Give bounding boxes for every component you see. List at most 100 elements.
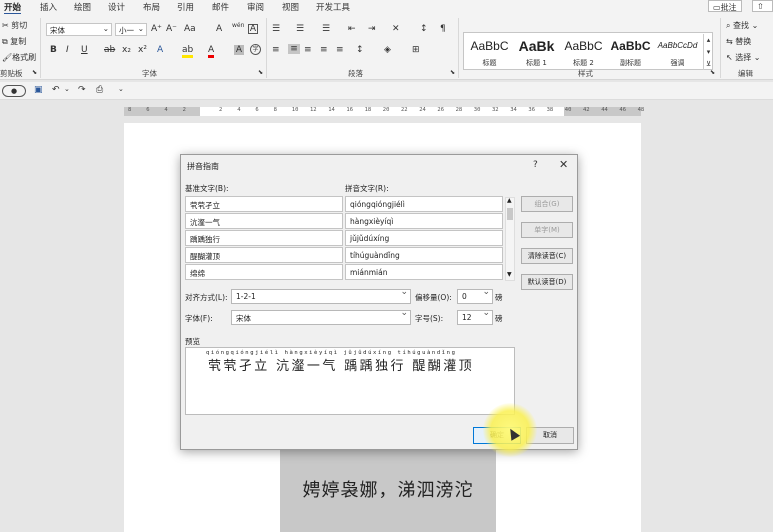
- ruby-text-field[interactable]: qióngqióngjiélì: [345, 196, 503, 212]
- show-marks-icon[interactable]: ¶: [440, 24, 446, 34]
- ruby-text-field[interactable]: jǔjǔdúxíng: [345, 230, 503, 246]
- align-center-icon[interactable]: ≡: [288, 44, 300, 54]
- grow-font-icon[interactable]: A⁺: [151, 24, 162, 34]
- document-text[interactable]: 娉婷袅娜，涕泗滂沱: [280, 476, 496, 502]
- decrease-indent-icon[interactable]: ⇤: [348, 24, 356, 34]
- base-text-field[interactable]: 踽踽独行: [185, 230, 343, 246]
- tab-developer[interactable]: 开发工具: [316, 1, 350, 13]
- customize-qat-icon[interactable]: ⌄: [118, 85, 124, 93]
- base-text-field[interactable]: 沆瀣一气: [185, 213, 343, 229]
- ruby-text-field[interactable]: tíhúguàndǐng: [345, 247, 503, 263]
- base-text-field[interactable]: 醍醐灌顶: [185, 247, 343, 263]
- style-subtitle[interactable]: AaBbC 副标题: [607, 36, 654, 68]
- size-select[interactable]: 12: [457, 308, 493, 325]
- align-left-icon[interactable]: ≡: [272, 45, 280, 55]
- help-button[interactable]: ?: [533, 160, 538, 170]
- bold-icon[interactable]: B: [50, 45, 57, 55]
- line-spacing-icon[interactable]: ↕: [356, 45, 364, 55]
- chevron-down-icon[interactable]: ⌄: [64, 85, 70, 93]
- tab-review[interactable]: 审阅: [247, 1, 264, 13]
- undo-icon[interactable]: ↶: [52, 85, 60, 95]
- strikethrough-icon[interactable]: ab: [104, 45, 115, 55]
- font-name-combo[interactable]: 宋体 ⌄: [46, 23, 112, 36]
- clipboard-launcher-icon[interactable]: ⬊: [32, 69, 37, 76]
- save-icon[interactable]: ▣: [34, 85, 43, 95]
- font-color-icon[interactable]: A: [208, 45, 215, 58]
- scrollbar-thumb[interactable]: [507, 208, 513, 220]
- default-reading-button[interactable]: 默认读音(D): [521, 274, 573, 290]
- paragraph-launcher-icon[interactable]: ⬊: [450, 69, 455, 76]
- scroll-up-icon[interactable]: ▲: [507, 197, 512, 204]
- ruler-tick: 42: [583, 107, 590, 113]
- format-painter-button[interactable]: 🖌格式刷: [2, 52, 36, 63]
- tab-mailings[interactable]: 邮件: [212, 1, 229, 13]
- tab-design[interactable]: 设计: [108, 1, 125, 13]
- find-button[interactable]: ⌕ 查找 ⌄: [726, 20, 758, 31]
- share-button[interactable]: ⇧共享: [752, 0, 773, 12]
- rows-scrollbar[interactable]: ▲ ▼: [505, 197, 515, 281]
- base-text-field[interactable]: 绵绵: [185, 264, 343, 280]
- ruler-tick: 14: [328, 107, 335, 113]
- borders-icon[interactable]: ⊞: [412, 45, 420, 55]
- distributed-icon[interactable]: ≡: [336, 45, 344, 55]
- styles-scroll-icon[interactable]: ▴ ▾ ⊻: [703, 34, 713, 70]
- tab-view[interactable]: 视图: [282, 1, 299, 13]
- ruler-tick: 8: [128, 107, 132, 113]
- justify-icon[interactable]: ≡: [320, 45, 328, 55]
- numbering-icon[interactable]: ☰: [296, 24, 304, 34]
- redo-icon[interactable]: ↷: [78, 85, 86, 95]
- change-case-icon[interactable]: Aa: [184, 24, 196, 34]
- phonetic-guide-icon[interactable]: wén: [232, 22, 244, 29]
- mono-button[interactable]: 单字(M): [521, 222, 573, 238]
- styles-launcher-icon[interactable]: ⬊: [710, 69, 715, 76]
- underline-icon[interactable]: U: [81, 45, 88, 55]
- italic-icon[interactable]: I: [66, 45, 69, 55]
- enclose-char-icon[interactable]: 字: [250, 44, 261, 55]
- subscript-icon[interactable]: x₂: [122, 45, 131, 55]
- scroll-down-icon[interactable]: ▼: [507, 271, 512, 278]
- tab-references[interactable]: 引用: [177, 1, 194, 13]
- print-preview-icon[interactable]: ⎙: [96, 85, 103, 95]
- copy-button[interactable]: ⧉ 复制: [2, 36, 26, 47]
- tab-home[interactable]: 开始: [4, 1, 22, 15]
- offset-spinner[interactable]: 0: [457, 287, 493, 304]
- alignment-select[interactable]: 1-2-1: [231, 287, 411, 304]
- increase-indent-icon[interactable]: ⇥: [368, 24, 376, 34]
- font-select[interactable]: 宋体: [231, 308, 411, 325]
- clear-format-icon[interactable]: A: [216, 24, 222, 34]
- tab-layout[interactable]: 布局: [143, 1, 160, 13]
- style-heading1[interactable]: AaBk 标题 1: [513, 36, 560, 68]
- shading-icon[interactable]: A: [234, 45, 244, 55]
- sort-icon[interactable]: ↕: [420, 24, 428, 34]
- ruby-text-field[interactable]: hàngxièyíqì: [345, 213, 503, 229]
- tab-draw[interactable]: 绘图: [74, 1, 91, 13]
- base-text-field[interactable]: 茕茕孑立: [185, 196, 343, 212]
- ruby-text-field[interactable]: miánmián: [345, 264, 503, 280]
- align-right-icon[interactable]: ≡: [304, 45, 312, 55]
- tab-insert[interactable]: 插入: [40, 1, 57, 13]
- cut-button[interactable]: ✂ 剪切: [2, 20, 27, 31]
- style-emphasis[interactable]: AaBbCcDd 强调: [654, 36, 701, 68]
- font-size-combo[interactable]: 小一 ⌄: [115, 23, 147, 36]
- group-button[interactable]: 组合(G): [521, 196, 573, 212]
- text-effects-icon[interactable]: A: [157, 45, 163, 55]
- highlight-icon[interactable]: ab: [182, 45, 194, 58]
- paint-bucket-icon[interactable]: ◈: [384, 45, 391, 55]
- comment-button[interactable]: ▭批注: [708, 0, 742, 12]
- style-heading2[interactable]: AaBbC 标题 2: [560, 36, 607, 68]
- close-button[interactable]: ✕: [559, 158, 568, 171]
- select-button[interactable]: ↖ 选择 ⌄: [726, 52, 761, 63]
- clear-reading-button[interactable]: 清除读音(C): [521, 248, 573, 264]
- font-launcher-icon[interactable]: ⬊: [258, 69, 263, 76]
- style-title[interactable]: AaBbC 标题: [466, 36, 513, 68]
- multilevel-list-icon[interactable]: ☰: [322, 24, 330, 34]
- autosave-toggle-icon[interactable]: ●: [2, 85, 26, 97]
- char-border-icon[interactable]: A: [248, 24, 258, 34]
- shrink-font-icon[interactable]: A⁻: [166, 24, 177, 34]
- divider: [458, 18, 459, 78]
- replace-button[interactable]: ⇆ 替换: [726, 36, 751, 47]
- bullets-icon[interactable]: ☰: [272, 24, 280, 34]
- asian-layout-icon[interactable]: ✕: [392, 24, 400, 34]
- superscript-icon[interactable]: x²: [138, 45, 147, 55]
- clipboard-group-label: 剪贴板: [0, 69, 23, 78]
